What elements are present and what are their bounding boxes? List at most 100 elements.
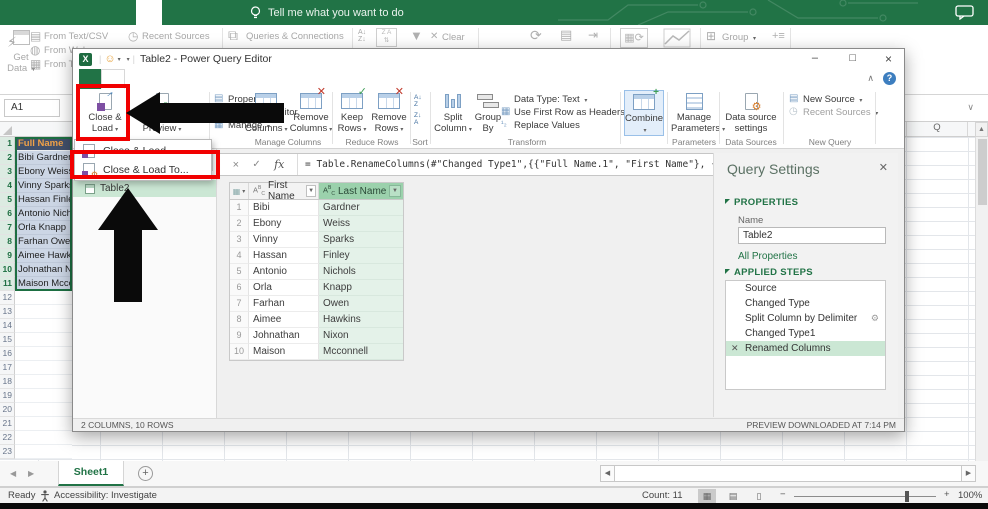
row-number[interactable]: 9 bbox=[230, 328, 249, 344]
row-header[interactable]: 4 bbox=[0, 179, 15, 193]
queries-connections-button[interactable]: Queries & Connections bbox=[246, 31, 344, 42]
worksheet-row[interactable]: 9 Aimee Hawkins bbox=[0, 249, 72, 263]
zoom-slider-track[interactable] bbox=[794, 496, 936, 497]
name-box[interactable]: A1 bbox=[4, 99, 60, 117]
row-number[interactable]: 10 bbox=[230, 344, 249, 360]
menu-item[interactable]: ⚙ Close & Load bbox=[76, 141, 210, 160]
row-header[interactable]: 11 bbox=[0, 277, 15, 291]
select-all-corner[interactable] bbox=[3, 126, 12, 135]
row-header[interactable]: 5 bbox=[0, 193, 15, 207]
last-name-cell[interactable]: Nixon bbox=[319, 328, 403, 344]
refresh-all-icon[interactable]: ⟳ bbox=[530, 29, 542, 41]
worksheet-row[interactable]: 18 bbox=[0, 375, 72, 389]
row-number[interactable]: 4 bbox=[230, 248, 249, 264]
column-header-q[interactable]: Q bbox=[906, 122, 968, 136]
cell-value[interactable]: Vinny Sparks bbox=[15, 179, 72, 193]
applied-step-item[interactable]: ✕ Split Column by Delimiter ⚙ bbox=[726, 311, 885, 326]
row-header[interactable]: 12 bbox=[0, 291, 15, 305]
minimize-button[interactable]: – bbox=[812, 52, 818, 64]
sort-ascending-icon[interactable]: A↓Z bbox=[414, 95, 422, 108]
row-number[interactable]: 3 bbox=[230, 232, 249, 248]
tell-me-box[interactable]: Tell me what you want to do bbox=[250, 0, 404, 25]
applied-step-item[interactable]: ✕ Renamed Columns ⚙ bbox=[726, 341, 885, 356]
cell-value[interactable] bbox=[15, 417, 72, 431]
excel-ribbon-tab[interactable] bbox=[162, 0, 188, 25]
cancel-formula-icon[interactable]: × bbox=[233, 159, 239, 171]
data-type-button[interactable]: Data Type: Text ▾ bbox=[514, 93, 587, 106]
sheet-nav-left-icon[interactable]: ◀ bbox=[10, 469, 16, 478]
comment-icon[interactable] bbox=[955, 5, 974, 20]
forecast-sheet-icon[interactable] bbox=[662, 28, 692, 48]
split-column-button[interactable]: Split Column▾ bbox=[434, 91, 472, 135]
manage-parameters-button[interactable]: Manage Parameters▾ bbox=[671, 91, 717, 135]
last-name-cell[interactable]: Sparks bbox=[319, 232, 403, 248]
row-number[interactable]: 2 bbox=[230, 216, 249, 232]
first-name-cell[interactable]: Bibi bbox=[249, 200, 319, 216]
normal-view-button[interactable]: ▦ bbox=[698, 489, 716, 503]
table-menu-button[interactable]: ▦▾ bbox=[230, 183, 249, 199]
last-name-cell[interactable]: Nichols bbox=[319, 264, 403, 280]
sheet-tab-sheet1[interactable]: Sheet1 bbox=[58, 461, 124, 486]
cell-value[interactable] bbox=[15, 431, 72, 445]
cell-value[interactable] bbox=[15, 305, 72, 319]
filter-caret-icon[interactable]: ▼ bbox=[306, 185, 316, 197]
first-name-cell[interactable]: Maison bbox=[249, 344, 319, 360]
row-header[interactable]: 21 bbox=[0, 417, 15, 431]
row-header[interactable]: 3 bbox=[0, 165, 15, 179]
row-header[interactable]: 1 bbox=[0, 137, 15, 151]
worksheet-row[interactable]: 4 Vinny Sparks bbox=[0, 179, 72, 193]
worksheet-row[interactable]: 7 Orla Knapp bbox=[0, 221, 72, 235]
close-and-load-button[interactable]: → Close & Load▾ bbox=[81, 91, 129, 135]
worksheet-row[interactable]: 20 bbox=[0, 403, 72, 417]
recent-sources-pq-button[interactable]: Recent Sources ▾ bbox=[803, 106, 878, 119]
pq-ribbon-tab[interactable] bbox=[125, 69, 147, 89]
worksheet-row[interactable]: 11 Maison Mcconnell bbox=[0, 277, 72, 291]
first-name-cell[interactable]: Aimee bbox=[249, 312, 319, 328]
cell-value[interactable]: Farhan Owen bbox=[15, 235, 72, 249]
first-name-cell[interactable]: Antonio bbox=[249, 264, 319, 280]
row-header[interactable]: 15 bbox=[0, 333, 15, 347]
worksheet-row[interactable]: 8 Farhan Owen bbox=[0, 235, 72, 249]
last-name-cell[interactable]: Mcconnell bbox=[319, 344, 403, 360]
worksheet-row[interactable]: 3 Ebony Weiss bbox=[0, 165, 72, 179]
cell-value[interactable]: Hassan Finley bbox=[15, 193, 72, 207]
pq-ribbon-tab[interactable] bbox=[101, 69, 125, 89]
excel-ribbon-tab[interactable] bbox=[110, 0, 136, 25]
page-layout-view-button[interactable]: ▤ bbox=[724, 489, 742, 503]
excel-ribbon-tab[interactable] bbox=[0, 0, 32, 25]
cell-value[interactable] bbox=[15, 333, 72, 347]
scroll-up-button[interactable]: ▲ bbox=[975, 122, 988, 137]
vertical-scrollbar-thumb[interactable] bbox=[978, 139, 987, 205]
zoom-slider-thumb[interactable] bbox=[905, 491, 909, 502]
edit-links-icon[interactable]: ⇥ bbox=[588, 29, 598, 41]
worksheet-row[interactable]: 23 bbox=[0, 445, 72, 459]
vertical-scrollbar[interactable] bbox=[975, 137, 988, 461]
row-number[interactable]: 7 bbox=[230, 296, 249, 312]
excel-ribbon-tab[interactable] bbox=[32, 0, 58, 25]
worksheet-row[interactable]: 21 bbox=[0, 417, 72, 431]
cell-value[interactable] bbox=[15, 403, 72, 417]
applied-steps-section-header[interactable]: APPLIED STEPS bbox=[725, 267, 813, 278]
sort-descending-icon[interactable]: Z↓A bbox=[414, 113, 421, 126]
row-header[interactable]: 6 bbox=[0, 207, 15, 221]
row-header[interactable]: 10 bbox=[0, 263, 15, 277]
clear-filter-button[interactable]: Clear bbox=[442, 32, 465, 43]
first-name-cell[interactable]: Ebony bbox=[249, 216, 319, 232]
excel-ribbon-tab[interactable] bbox=[84, 0, 110, 25]
row-header[interactable]: 22 bbox=[0, 431, 15, 445]
first-name-cell[interactable]: Johnathan bbox=[249, 328, 319, 344]
ungroup-icon[interactable]: +≡ bbox=[772, 30, 785, 42]
row-header[interactable]: 2 bbox=[0, 151, 15, 165]
combine-button[interactable]: + Combine ▾ bbox=[624, 90, 664, 136]
row-header[interactable]: 16 bbox=[0, 347, 15, 361]
applied-step-item[interactable]: ✕ Changed Type ⚙ bbox=[726, 296, 885, 311]
cell-value[interactable] bbox=[15, 389, 72, 403]
quick-access-caret-icon[interactable]: ▾ bbox=[127, 56, 130, 63]
pq-ribbon-tab[interactable] bbox=[169, 69, 191, 89]
worksheet-row[interactable]: 10 Johnathan Nixon bbox=[0, 263, 72, 277]
worksheet-row[interactable]: 16 bbox=[0, 347, 72, 361]
zoom-level[interactable]: 100% bbox=[958, 490, 982, 501]
cell-value[interactable]: Ebony Weiss bbox=[15, 165, 72, 179]
zoom-out-button[interactable]: − bbox=[780, 489, 786, 500]
properties-section-header[interactable]: PROPERTIES bbox=[725, 197, 798, 208]
